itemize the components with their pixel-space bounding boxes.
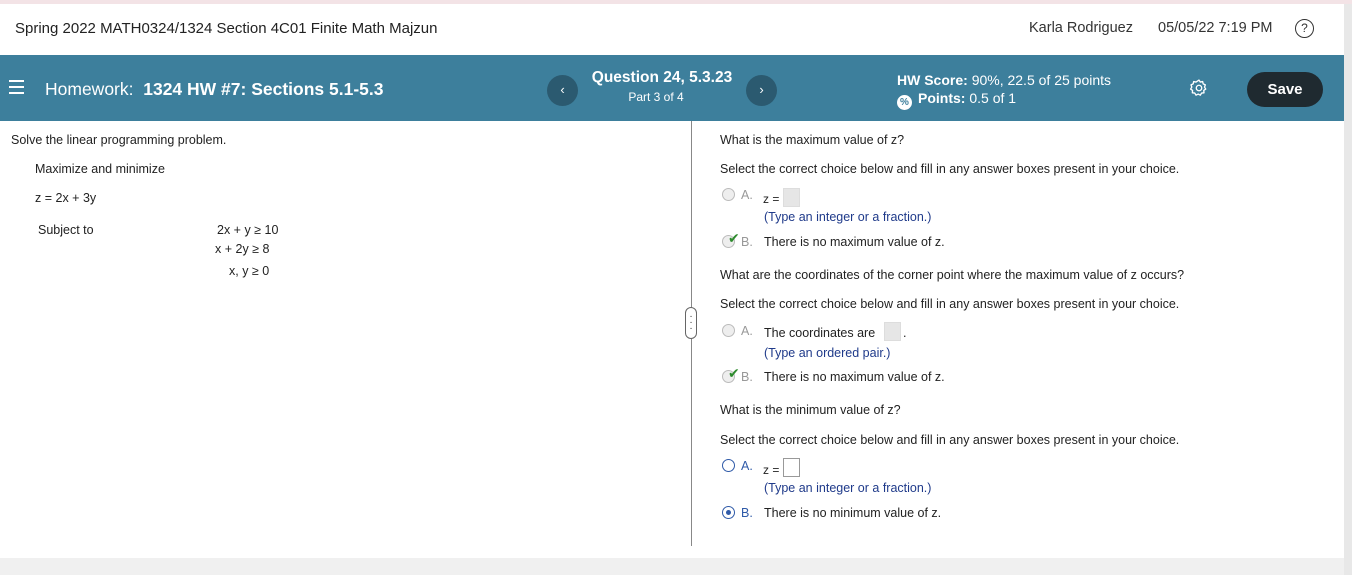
course-title: Spring 2022 MATH0324/1324 Section 4C01 F… xyxy=(15,20,438,37)
objective-function: z = 2x + 3y xyxy=(35,191,97,205)
q3-option-a-text: z = xyxy=(763,463,780,477)
correct-check-icon: ✔ xyxy=(728,230,740,246)
q2-answer-box xyxy=(884,322,901,341)
constraint-3: x, y ≥ 0 xyxy=(229,264,270,278)
points-label: Points: xyxy=(918,90,966,106)
homework-title: Homework: 1324 HW #7: Sections 5.1-5.3 xyxy=(45,79,383,100)
q1-option-a-text: z = xyxy=(763,192,780,206)
constraint-2: x + 2y ≥ 8 xyxy=(215,242,270,256)
q3-option-a-letter[interactable]: A. xyxy=(741,459,753,473)
homework-toolbar: Homework: 1324 HW #7: Sections 5.1-5.3 ‹… xyxy=(0,55,1344,121)
q1-option-a-radio xyxy=(722,188,735,201)
partial-credit-icon: % xyxy=(897,95,912,110)
q1-option-a-hint: (Type an integer or a fraction.) xyxy=(764,210,932,224)
help-icon[interactable]: ? xyxy=(1295,19,1314,38)
answer-pane: What is the maximum value of z? Select t… xyxy=(692,121,1344,558)
q2-option-a-radio xyxy=(722,324,735,337)
q2-option-a-letter: A. xyxy=(741,324,753,338)
q3-option-b-letter[interactable]: B. xyxy=(741,506,753,520)
q2-option-a-hint: (Type an ordered pair.) xyxy=(764,346,891,360)
q3-option-b-text[interactable]: There is no minimum value of z. xyxy=(764,506,941,520)
q1-option-b-text: There is no maximum value of z. xyxy=(764,235,945,249)
course-header: Spring 2022 MATH0324/1324 Section 4C01 F… xyxy=(0,4,1344,55)
question-2-prompt: What are the coordinates of the corner p… xyxy=(720,268,1185,282)
question-1-prompt: What is the maximum value of z? xyxy=(720,133,905,147)
current-datetime: 05/05/22 7:19 PM xyxy=(1158,20,1273,36)
q2-option-a-text: The coordinates are xyxy=(764,326,876,340)
constraint-1: 2x + y ≥ 10 xyxy=(217,223,279,237)
question-3-instruction: Select the correct choice below and fill… xyxy=(720,433,1180,447)
q2-option-b-letter: B. xyxy=(741,370,753,384)
subject-to-label: Subject to xyxy=(38,223,94,237)
question-2-instruction: Select the correct choice below and fill… xyxy=(720,297,1180,311)
hw-score-value: 90%, 22.5 of 25 points xyxy=(971,72,1112,88)
homework-prefix: Homework: xyxy=(45,79,134,99)
q2-option-b-text: There is no maximum value of z. xyxy=(764,370,945,384)
q3-option-a-hint: (Type an integer or a fraction.) xyxy=(764,481,932,495)
page-scrollbar[interactable] xyxy=(1344,4,1352,575)
correct-check-icon: ✔ xyxy=(728,365,740,381)
homework-name: 1324 HW #7: Sections 5.1-5.3 xyxy=(143,79,384,99)
question-3-prompt: What is the minimum value of z? xyxy=(720,403,901,417)
gear-icon[interactable] xyxy=(1189,78,1209,98)
q1-option-b-letter: B. xyxy=(741,235,753,249)
question-1-instruction: Select the correct choice below and fill… xyxy=(720,162,1180,176)
bottom-footer-bar xyxy=(0,558,1344,575)
problem-instruction: Solve the linear programming problem. xyxy=(11,133,227,147)
points-value: 0.5 of 1 xyxy=(969,90,1017,106)
q1-option-a-letter: A. xyxy=(741,188,753,202)
next-question-button[interactable]: › xyxy=(746,75,777,106)
q2-option-a-suffix: . xyxy=(903,326,907,340)
q3-answer-box[interactable] xyxy=(783,458,800,477)
hw-score-label: HW Score: xyxy=(897,72,968,88)
question-title: Question 24, 5.3.23 xyxy=(591,69,733,86)
problem-pane: Solve the linear programming problem. Ma… xyxy=(0,121,690,558)
question-part: Part 3 of 4 xyxy=(628,90,684,104)
problem-task: Maximize and minimize xyxy=(35,162,165,176)
q3-option-a-radio[interactable] xyxy=(722,459,735,472)
question-points: % Points: 0.5 of 1 xyxy=(897,90,1016,110)
q3-option-b-radio[interactable] xyxy=(722,506,735,519)
save-button[interactable]: Save xyxy=(1247,72,1323,107)
menu-icon[interactable] xyxy=(9,80,24,95)
q1-answer-box xyxy=(783,188,800,207)
user-name[interactable]: Karla Rodriguez xyxy=(1029,20,1133,36)
hw-score: HW Score: 90%, 22.5 of 25 points xyxy=(897,72,1111,88)
